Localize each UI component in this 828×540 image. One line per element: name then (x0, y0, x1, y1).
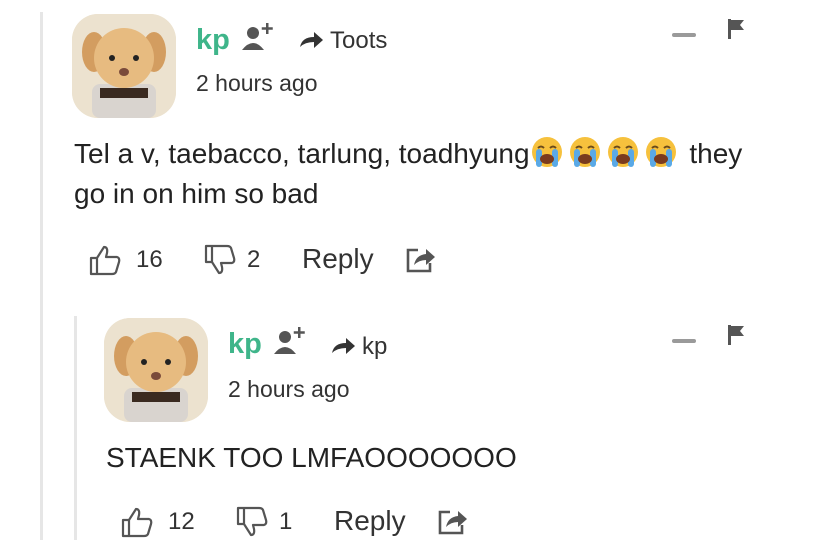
downvote-button[interactable]: 1 (235, 506, 292, 538)
loudly-crying-face-icon (569, 137, 600, 167)
follow-user-icon[interactable] (272, 326, 308, 356)
upvote-button[interactable]: 16 (88, 244, 163, 276)
reply-to-name: Toots (330, 27, 388, 54)
upvote-button[interactable]: 12 (120, 506, 195, 538)
upvote-count: 12 (168, 508, 195, 535)
loudly-crying-face-icon (645, 137, 676, 167)
reply-arrow-icon (332, 338, 355, 354)
thumbs-up-icon (121, 507, 153, 538)
reply-to[interactable]: Toots (298, 27, 387, 55)
timestamp: 2 hours ago (228, 376, 350, 402)
downvote-count: 2 (247, 246, 261, 273)
reply-to[interactable]: kp (330, 333, 387, 361)
collapse-icon[interactable] (672, 339, 696, 343)
comment-text-part: Tel a v, taebacco, tarlung, toadhyung (74, 138, 530, 169)
reply-to-name: kp (362, 333, 388, 360)
reply-button[interactable]: Reply (334, 505, 406, 537)
username[interactable]: kp (228, 328, 262, 361)
thumbs-down-icon (236, 506, 268, 537)
thumbs-down-icon (204, 244, 236, 275)
timestamp: 2 hours ago (196, 70, 318, 96)
username[interactable]: kp (196, 24, 230, 57)
collapse-icon[interactable] (672, 33, 696, 37)
comment-text: STAENK TOO LMFAOOOOOOO (106, 442, 517, 473)
upvote-count: 16 (136, 246, 163, 273)
reply-thread-line (74, 316, 77, 540)
comment-text-line: go in on him so bad (74, 178, 319, 209)
downvote-count: 1 (279, 508, 293, 535)
loudly-crying-face-icon (531, 137, 562, 167)
follow-user-icon[interactable] (240, 22, 276, 52)
avatar[interactable] (104, 318, 208, 422)
reply-button[interactable]: Reply (302, 243, 374, 275)
thread-line (40, 12, 43, 540)
comment-text-part: they (681, 138, 743, 169)
flag-icon[interactable] (727, 18, 745, 40)
share-icon[interactable] (404, 244, 436, 274)
flag-icon[interactable] (727, 324, 745, 346)
reply-arrow-icon (300, 32, 323, 48)
comment-text: Tel a v, taebacco, tarlung, toadhyung th… (74, 134, 794, 214)
loudly-crying-face-icon (607, 137, 638, 167)
avatar[interactable] (72, 14, 176, 118)
thumbs-up-icon (89, 245, 121, 276)
share-icon[interactable] (436, 506, 468, 536)
downvote-button[interactable]: 2 (203, 244, 260, 276)
